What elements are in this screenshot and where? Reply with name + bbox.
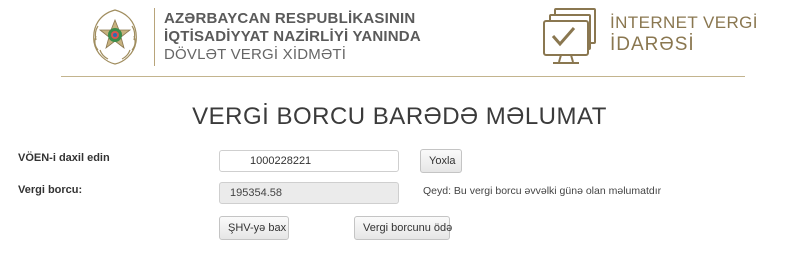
debt-amount-field [219,182,399,204]
state-emblem-logo [86,6,144,68]
org-title-line-3: DÖVLƏT VERGİ XİDMƏTİ [164,46,347,63]
header-divider [154,8,155,66]
portal-title-line-1: İNTERNET VERGİ [610,13,758,32]
page-title: VERGİ BORCU BARƏDƏ MƏLUMAT [192,103,607,130]
portal-title: İNTERNET VERGİ İDARƏSİ [610,13,758,57]
voen-label: VÖEN-i daxil edin [18,152,110,164]
pay-tax-debt-button[interactable]: Vergi borcunu ödə [354,216,452,240]
portal-title-line-2: İDARƏSİ [610,34,695,55]
debt-label: Vergi borcu: [18,184,83,196]
organization-title: AZƏRBAYCAN RESPUBLİKASININ İQTİSADİYYAT … [164,10,464,64]
view-shv-button[interactable]: ŞHV-yə bax [219,216,289,240]
header: AZƏRBAYCAN RESPUBLİKASININ İQTİSADİYYAT … [0,0,799,78]
voen-input[interactable] [219,150,399,172]
internet-tax-monitor-icon [541,6,607,68]
org-title-line-2: İQTİSADİYYAT NAZİRLİYİ YANINDA [164,28,421,45]
header-bottom-rule [61,76,745,77]
org-title-line-1: AZƏRBAYCAN RESPUBLİKASININ [164,10,416,27]
debt-note: Qeyd: Bu vergi borcu əvvəlki günə olan m… [423,185,662,197]
check-button[interactable]: Yoxla [420,149,462,173]
